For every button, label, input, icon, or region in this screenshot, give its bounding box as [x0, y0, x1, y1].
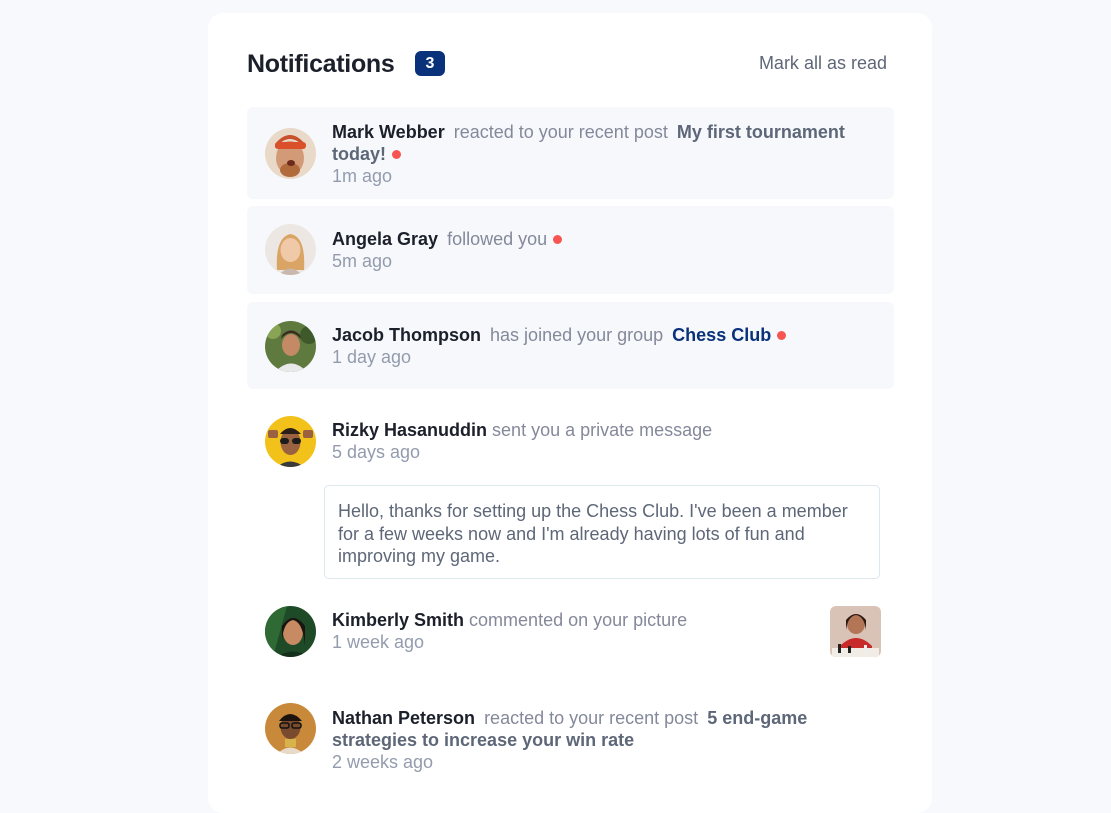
notification-text: Nathan Peterson reacted to your recent p…: [332, 707, 874, 773]
avatar[interactable]: [265, 606, 316, 657]
avatar[interactable]: [265, 703, 316, 754]
user-name-link[interactable]: Kimberly Smith: [332, 610, 464, 630]
notification-item[interactable]: Kimberly Smith commented on your picture…: [247, 606, 894, 666]
user-name-link[interactable]: Rizky Hasanuddin: [332, 420, 487, 440]
mark-all-read-button[interactable]: Mark all as read: [759, 53, 887, 74]
notification-action: has joined your group: [490, 325, 664, 345]
private-message-preview[interactable]: Hello, thanks for setting up the Chess C…: [324, 485, 880, 579]
notification-item[interactable]: Nathan Peterson reacted to your recent p…: [247, 702, 894, 792]
user-name-link[interactable]: Nathan Peterson: [332, 708, 475, 728]
avatar[interactable]: [265, 128, 316, 179]
notification-text: Mark Webber reacted to your recent post …: [332, 121, 874, 187]
unread-dot: [392, 150, 401, 159]
notification-time: 5 days ago: [332, 442, 421, 462]
notification-text: Kimberly Smith commented on your picture…: [332, 609, 814, 653]
unread-dot: [553, 235, 563, 244]
user-name-link[interactable]: Mark Webber: [332, 122, 445, 142]
group-link[interactable]: Chess Club: [672, 325, 771, 345]
notification-text: Angela Gray followed you 5m ago: [332, 228, 874, 272]
notification-action: reacted to your recent post: [453, 122, 668, 142]
commented-picture-thumbnail[interactable]: [830, 606, 881, 657]
avatar[interactable]: [265, 321, 316, 372]
user-name-link[interactable]: Angela Gray: [332, 229, 438, 249]
notification-time: 2 weeks ago: [332, 752, 434, 772]
notification-action: commented on your picture: [469, 610, 688, 630]
notification-item[interactable]: Jacob Thompson has joined your group Che…: [247, 302, 894, 389]
notification-time: 5m ago: [332, 251, 393, 271]
notification-time: 1 day ago: [332, 347, 412, 367]
notification-action: sent you a private message: [492, 420, 713, 440]
notification-item[interactable]: Angela Gray followed you 5m ago: [247, 206, 894, 294]
unread-count-badge: 3: [415, 51, 445, 76]
avatar[interactable]: [265, 416, 316, 467]
notification-action: reacted to your recent post: [484, 708, 699, 728]
notification-time: 1m ago: [332, 166, 393, 186]
page-title: Notifications: [247, 50, 395, 78]
notifications-card: Notifications 3 Mark all as read Mark We…: [208, 13, 932, 813]
notification-text: Rizky Hasanuddin sent you a private mess…: [332, 419, 874, 463]
avatar[interactable]: [265, 224, 316, 275]
user-name-link[interactable]: Jacob Thompson: [332, 325, 481, 345]
notification-item[interactable]: Mark Webber reacted to your recent post …: [247, 107, 894, 199]
notifications-header: Notifications 3 Mark all as read: [247, 50, 887, 80]
notification-time: 1 week ago: [332, 632, 425, 652]
notification-action: followed you: [447, 229, 548, 249]
unread-dot: [777, 331, 787, 340]
notification-text: Jacob Thompson has joined your group Che…: [332, 324, 874, 368]
